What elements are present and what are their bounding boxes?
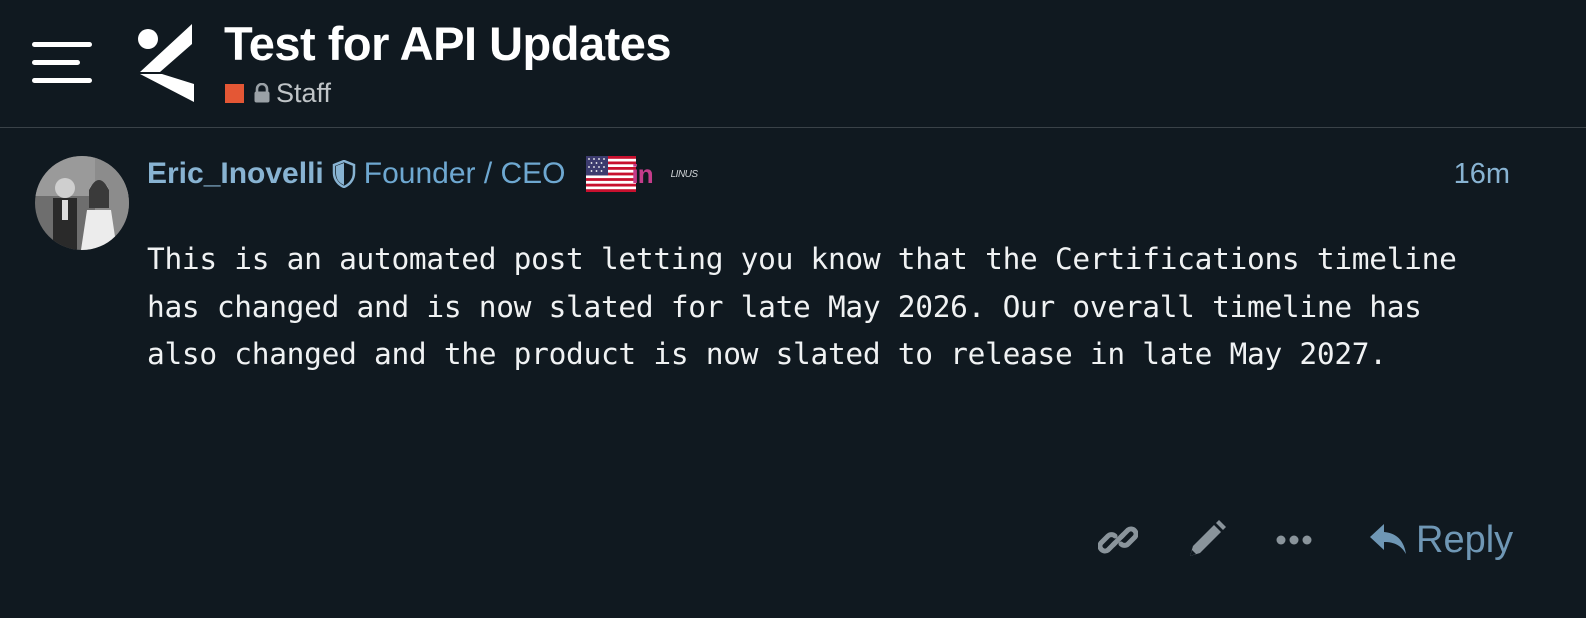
pencil-icon	[1190, 520, 1226, 556]
lock-icon	[254, 83, 270, 103]
user-title: Founder / CEO	[363, 157, 566, 190]
avatar[interactable]	[35, 156, 129, 250]
link-icon	[1098, 526, 1138, 554]
shield-icon	[332, 160, 355, 188]
category-color-swatch	[225, 83, 244, 103]
post-body: This is an automated post letting you kn…	[147, 242, 1457, 371]
reply-label: Reply	[1416, 518, 1514, 561]
post-meta: Eric_Inovelli Founder / CEO in LINUS	[147, 154, 698, 194]
post-timestamp[interactable]: 16m	[1454, 158, 1510, 191]
edit-button[interactable]	[1186, 512, 1230, 568]
ellipsis-icon	[1276, 535, 1312, 545]
in-badge[interactable]: in	[632, 159, 654, 190]
topic-header: Test for API Updates Staff	[0, 0, 1586, 128]
reply-button[interactable]: Reply	[1368, 512, 1513, 568]
post: Eric_Inovelli Founder / CEO in LINUS 16m…	[0, 128, 1586, 618]
hamburger-icon[interactable]	[32, 40, 92, 86]
category-badge[interactable]: Staff	[225, 78, 331, 108]
username[interactable]: Eric_Inovelli	[147, 157, 324, 191]
topic-title[interactable]: Test for API Updates	[224, 16, 672, 71]
small-badge[interactable]: LINUS	[671, 169, 698, 180]
us-flag-icon	[585, 156, 636, 192]
show-more-button[interactable]	[1274, 512, 1318, 568]
category-label: Staff	[276, 77, 332, 108]
reply-icon	[1370, 524, 1406, 554]
copy-link-button[interactable]	[1098, 512, 1142, 568]
inovelli-logo[interactable]	[136, 22, 196, 104]
post-actions: Reply	[0, 512, 1586, 568]
